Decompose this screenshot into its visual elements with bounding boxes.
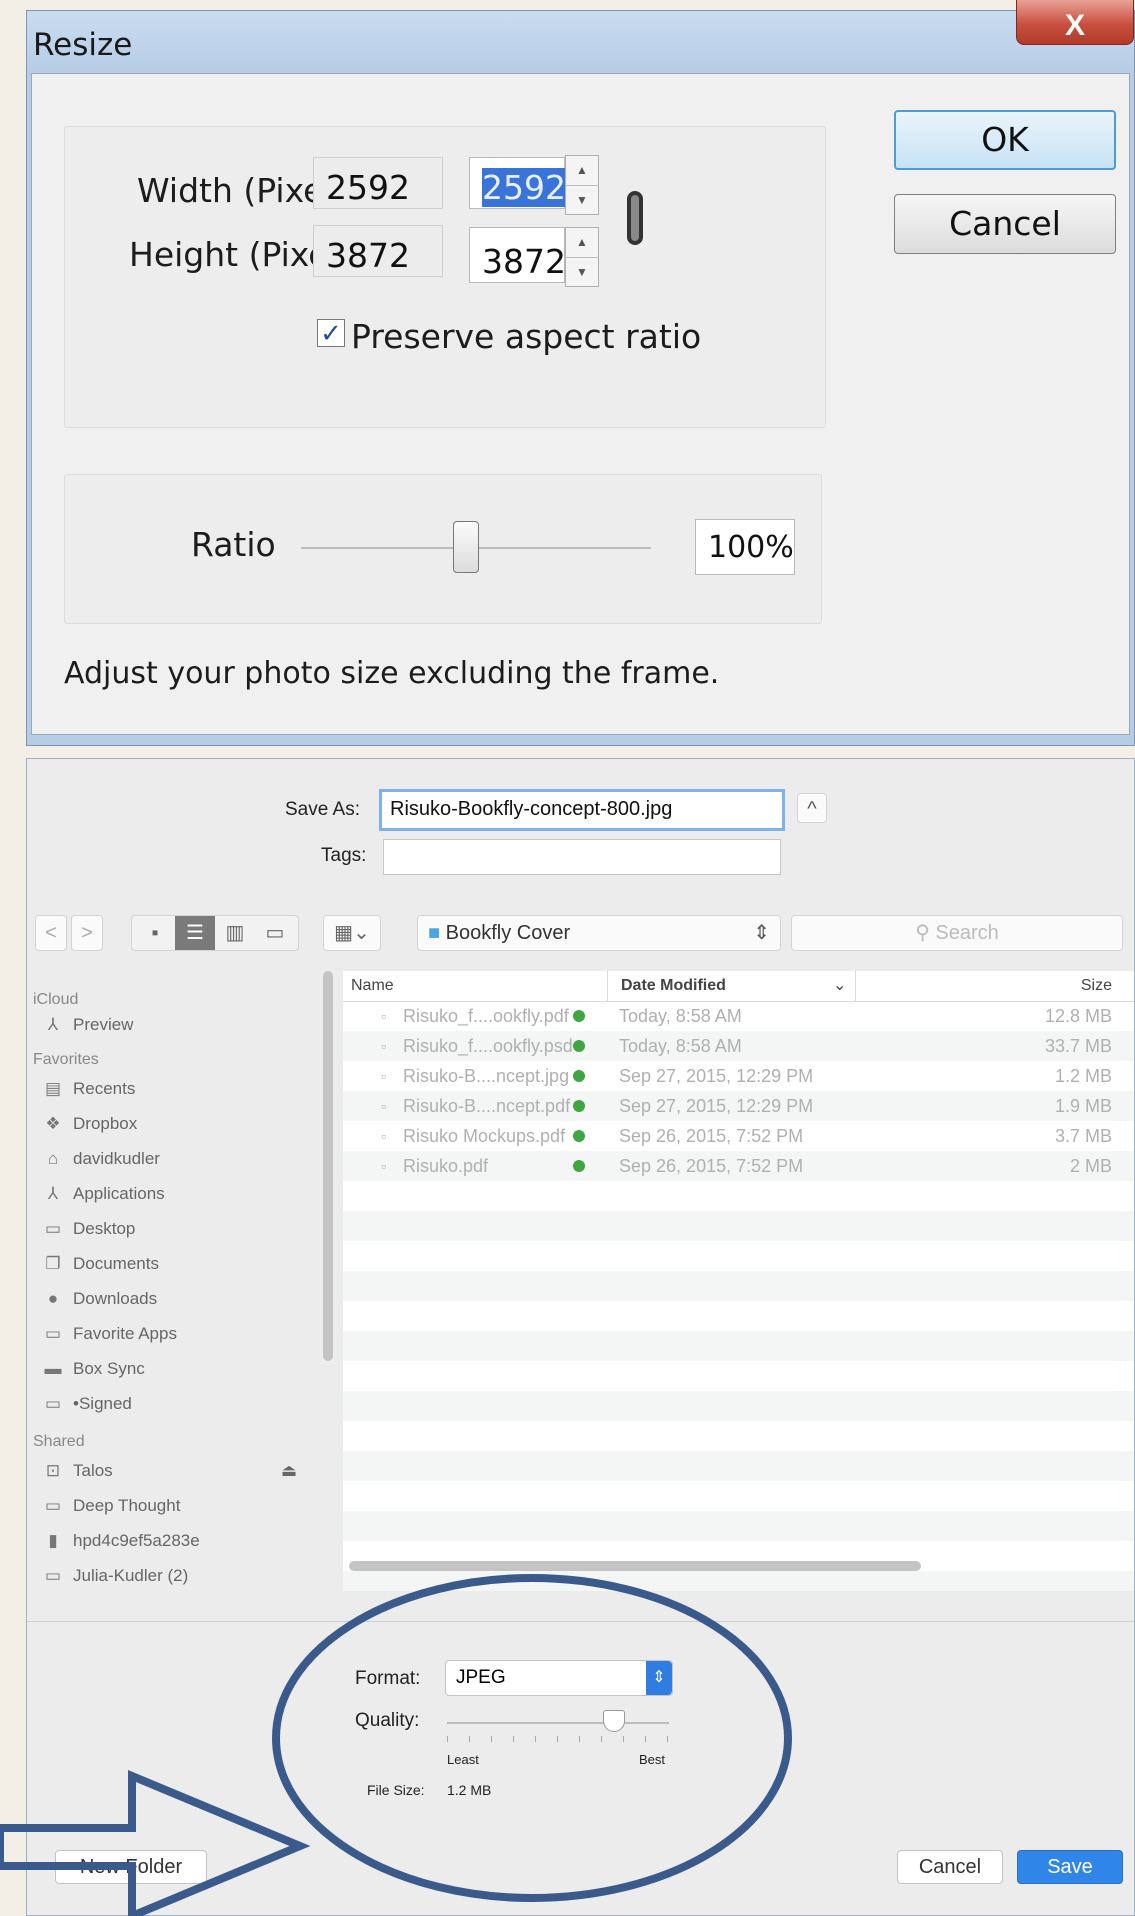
arrow-annotation-icon	[0, 1770, 311, 1916]
highlight-ellipse	[272, 1574, 792, 1902]
annotation-overlay	[0, 1574, 792, 1916]
